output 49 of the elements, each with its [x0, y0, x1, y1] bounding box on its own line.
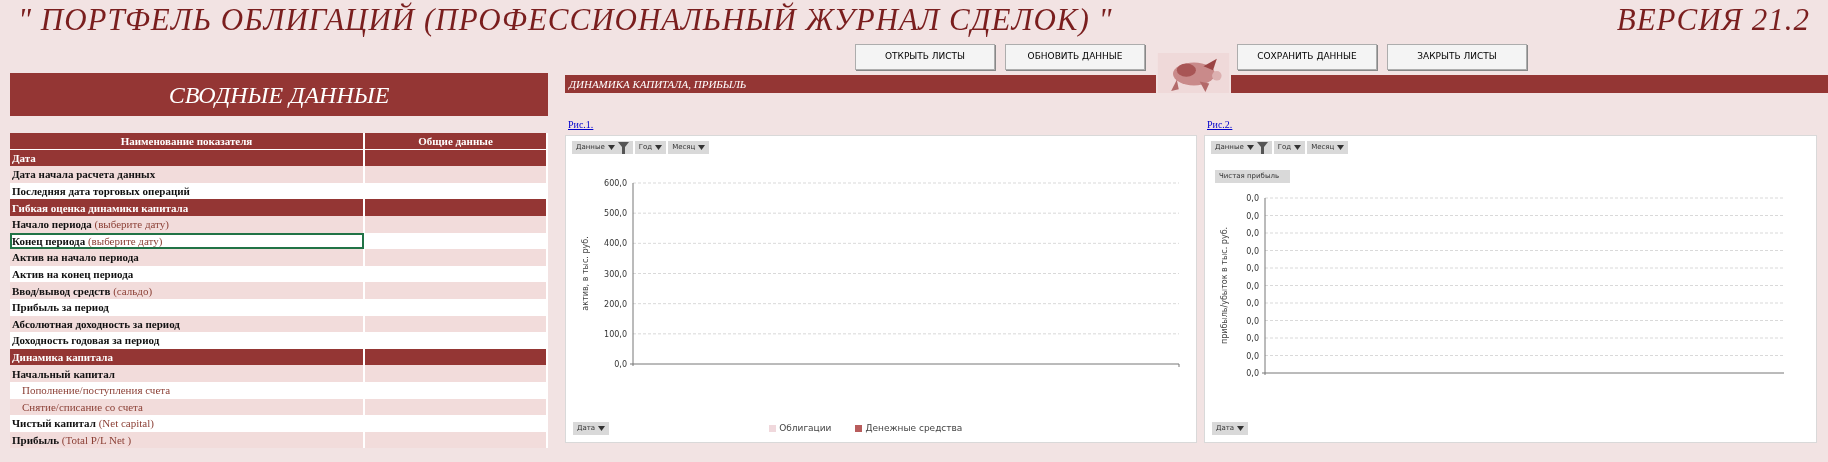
table-cell[interactable]: Ввод/вывод средств (сальдо): [10, 282, 364, 299]
dropdown-arrow-icon: [1337, 145, 1345, 150]
tick-label: 0,0: [1246, 246, 1259, 256]
tick-label: 200,0: [604, 299, 627, 309]
dropdown-arrow-icon: [1294, 145, 1302, 150]
tick-label: 0,0: [1246, 281, 1259, 291]
table-cell[interactable]: Актив на начало периода: [10, 249, 364, 266]
tick-label: 100,0: [604, 329, 627, 339]
axis-title: прибыль/убыток в тыс. руб.: [1220, 226, 1229, 345]
summary-title: СВОДНЫЕ ДАННЫЕ: [10, 73, 548, 116]
figure-link[interactable]: Рис.1.: [568, 117, 594, 132]
sheet-button[interactable]: СОХРАНИТЬ ДАННЫЕ: [1237, 44, 1377, 70]
tick-label: 400,0: [604, 239, 627, 249]
dropdown-arrow-icon: [1246, 145, 1254, 150]
tick-label: 0,0: [1246, 299, 1259, 308]
tick-label: 0,0: [1246, 229, 1259, 238]
tick-label: 0,0: [1246, 369, 1259, 378]
table-cell[interactable]: Доходность годовая за период: [10, 332, 364, 349]
table-cell[interactable]: Чистый капитал (Net capital): [10, 415, 364, 432]
sheet-button[interactable]: ОБНОВИТЬ ДАННЫЕ: [1005, 44, 1145, 70]
tick-label: 0,0: [1246, 316, 1259, 326]
column-header: Общие данные: [364, 133, 547, 150]
legend-label: Облигации: [779, 421, 832, 435]
tick-label: 300,0: [604, 269, 627, 279]
tick-label: 0,0: [1246, 351, 1259, 361]
dropdown-arrow-icon: [655, 145, 663, 150]
sheet-button[interactable]: ЗАКРЫТЬ ЛИСТЫ: [1387, 44, 1527, 70]
panel-title-bar: ДИНАМИКА КАПИТАЛА, ПРИБЫЛЬ: [565, 75, 1156, 93]
tick-label: 0,0: [1246, 264, 1259, 273]
version-label: ВЕРСИЯ 21.2: [1616, 1, 1810, 39]
dropdown-arrow-icon: [607, 145, 615, 150]
tick-label: 0,0: [1246, 334, 1259, 343]
section-header-cell[interactable]: Гибкая оценка динамики капитала: [10, 199, 364, 216]
legend-label: Денежные средства: [865, 421, 963, 435]
table-cell[interactable]: Начальный капитал: [10, 365, 364, 382]
figure-link[interactable]: Рис.2.: [1207, 117, 1233, 132]
dropdown-arrow-icon: [698, 145, 706, 150]
column-header: Наименование показателя: [10, 133, 364, 150]
tick-label: 600,0: [604, 179, 627, 188]
dropdown-arrow-icon: [598, 425, 606, 431]
page-title: " ПОРТФЕЛЬ ОБЛИГАЦИЙ (ПРОФЕССИОНАЛЬНЫЙ ЖУРНАЛ СДЕЛОК) ": [18, 1, 1113, 39]
sheet-button[interactable]: ОТКРЫТЬ ЛИСТЫ: [855, 44, 995, 70]
table-cell[interactable]: Дата начала расчета данных: [10, 166, 364, 183]
dropdown-arrow-icon: [1237, 426, 1245, 431]
axis-title: актив, в тыс. руб.: [581, 236, 590, 311]
tick-label: 500,0: [604, 209, 627, 219]
tick-label: 0,0: [1246, 211, 1259, 221]
tick-label: 0,0: [614, 360, 627, 369]
tick-label: 0,0: [1246, 194, 1259, 203]
